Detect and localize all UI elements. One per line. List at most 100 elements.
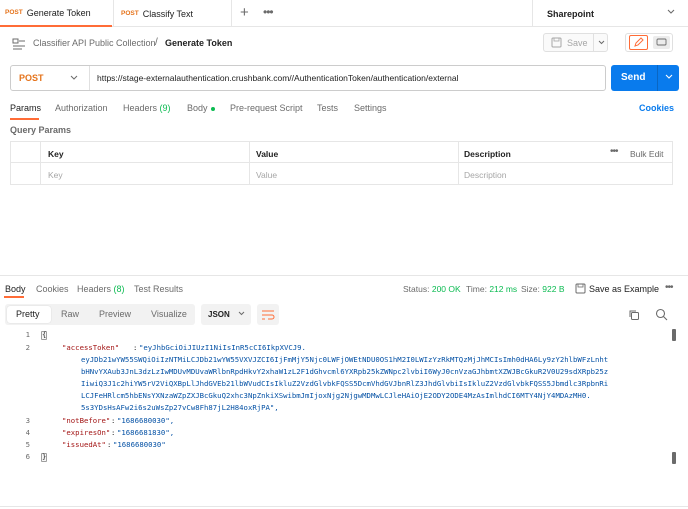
tab-label: Generate Token [26,7,91,18]
documentation-button[interactable] [653,36,670,49]
column-divider [458,142,459,184]
json-value-expires-on: "1686681830", [117,428,175,437]
column-header-value: Value [256,149,279,159]
json-key-access-token: "accessToken" [62,343,120,352]
tab-body-label: Body [187,103,208,113]
response-tab-cookies[interactable]: Cookies [36,284,69,294]
format-value: JSON [208,310,230,319]
size-value: 922 B [542,284,565,294]
response-body-editor[interactable]: 1 2 3 4 5 6 { } "accessToken" : "eyJhbGc… [0,330,688,470]
save-as-example-label: Save as Example [589,284,660,294]
tab-method: POST [5,9,23,16]
headers-count: (9) [159,103,171,113]
method-select[interactable]: POST [11,66,90,90]
save-as-example-button[interactable]: Save as Example [575,283,659,294]
line-number: 5 [25,440,30,449]
breadcrumb-collection[interactable]: Classifier API Public Collection [33,38,156,48]
save-icon [575,283,586,294]
tab-method: POST [121,10,139,17]
save-label: Save [567,38,588,48]
body-view-selector: Pretty Raw Preview Visualize [5,304,195,325]
active-tab-indicator [4,296,24,298]
method-value: POST [19,73,44,83]
response-tab-headers[interactable]: Headers (8) [77,284,125,294]
new-tab-button[interactable]: + [240,4,249,21]
json-key-expires-on: "expiresOn" [62,428,111,437]
save-icon [551,37,562,48]
view-visualize[interactable]: Visualize [151,309,187,319]
key-input[interactable]: Key [48,170,63,180]
page-title[interactable]: Generate Token [165,38,232,48]
url-input[interactable]: https://stage-externalauthentication.cru… [97,73,458,83]
json-value-issued-at: "1686680030" [113,440,166,449]
view-raw[interactable]: Raw [61,309,79,319]
size-label: Size: [521,284,540,294]
line-number: 2 [25,343,30,352]
tab-generate-token[interactable]: POST Generate Token [0,0,112,27]
copy-icon[interactable] [628,309,640,321]
view-preview[interactable]: Preview [99,309,131,319]
json-value-line: "eyJhbGciOiJIUzI1NiIsInR5cCI6IkpXVCJ9. [139,343,306,352]
size-meta[interactable]: Size: 922 B [521,284,565,294]
response-more-icon[interactable]: ••• [665,282,673,293]
pane-divider[interactable] [0,275,688,276]
json-value-line: LCJFeHRlcm5hbENsYXNzaWZpZXJBcGkuQ2xhc3Np… [81,391,591,400]
json-key-issued-at: "issuedAt" [62,440,106,449]
wrap-lines-button[interactable] [257,304,279,325]
status-value: 200 OK [431,284,461,294]
column-divider [40,142,41,184]
scrollbar-thumb[interactable] [672,452,676,464]
scrollbar-thumb[interactable] [672,329,676,341]
json-colon: : [133,343,138,352]
table-options-icon[interactable]: ••• [610,146,618,157]
chevron-down-icon[interactable] [664,71,674,83]
search-icon[interactable] [655,308,668,321]
json-colon: : [107,440,112,449]
response-tab-body[interactable]: Body [5,284,26,294]
save-button[interactable]: Save [543,33,608,52]
format-select[interactable]: JSON [201,304,251,325]
environment-selector[interactable]: Sharepoint [547,9,594,19]
column-divider [249,142,250,184]
view-pretty[interactable]: Pretty [16,309,40,319]
tab-headers[interactable]: Headers (9) [123,103,171,113]
comment-icon [656,38,667,46]
cookies-link[interactable]: Cookies [639,103,674,113]
tab-pre-request-script[interactable]: Pre-request Script [230,103,303,113]
description-input[interactable]: Description [464,170,507,180]
wrap-lines-icon [262,310,275,320]
edit-button[interactable] [629,35,648,50]
save-divider [593,34,594,51]
time-meta[interactable]: Time: 212 ms [466,284,517,294]
env-divider [532,0,533,27]
url-bar: POST https://stage-externalauthenticatio… [10,65,606,91]
send-label: Send [621,72,646,83]
status-label: Status: [403,284,430,294]
value-input[interactable]: Value [256,170,277,180]
send-button[interactable]: Send [611,65,679,91]
tab-tests[interactable]: Tests [317,103,338,113]
tabs-more-icon[interactable]: ••• [263,5,274,19]
chevron-down-icon[interactable] [597,37,606,49]
tab-divider [231,0,232,27]
active-tab-indicator [10,118,39,120]
json-value-line: eyJDb21wYW55SWQiOiIzNTMiLCJDb21wYW55VXVJ… [81,355,609,364]
bulk-edit-button[interactable]: Bulk Edit [630,149,664,159]
chevron-down-icon [238,311,245,316]
response-tab-headers-label: Headers [77,284,112,294]
status-meta[interactable]: Status: 200 OK [403,284,461,294]
tab-bar: POST Generate Token POST Classify Text +… [0,0,688,27]
body-indicator-dot [210,106,215,111]
chevron-down-icon[interactable] [666,6,676,18]
response-tab-test-results[interactable]: Test Results [134,284,183,294]
json-value-line: IiwiQ3J1c2hiYW5rV2ViQXBpLlJhdGVEb21lbWVu… [81,379,609,388]
tab-settings[interactable]: Settings [354,103,387,113]
tab-headers-label: Headers [123,103,158,113]
tab-body[interactable]: Body [187,103,215,113]
tab-classify-text[interactable]: POST Classify Text [116,0,230,27]
breadcrumb-separator: / [155,37,158,48]
tab-divider [113,0,114,27]
tab-authorization[interactable]: Authorization [55,103,108,113]
tab-params[interactable]: Params [10,103,41,113]
code-close-brace: } [42,452,47,461]
